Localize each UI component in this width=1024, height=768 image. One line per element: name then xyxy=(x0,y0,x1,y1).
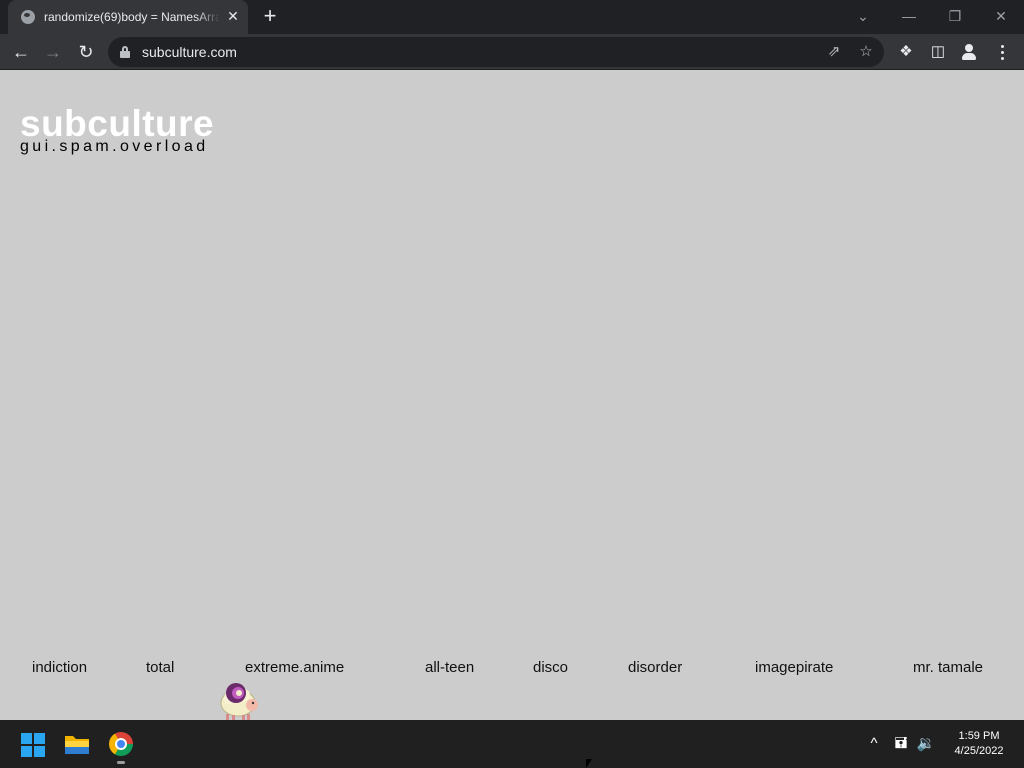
extensions-icon[interactable]: ❖ xyxy=(894,40,918,64)
reload-icon[interactable]: ↻ xyxy=(72,38,100,66)
nav-link-imagepirate[interactable]: imagepirate xyxy=(755,659,833,677)
side-panel-icon[interactable]: ◫ xyxy=(926,40,950,64)
nav-link-extreme-anime[interactable]: extreme.anime xyxy=(245,659,344,677)
minimize-button[interactable]: — xyxy=(897,4,921,28)
close-window-button[interactable]: ✕ xyxy=(989,4,1013,28)
tray-chevron-icon[interactable]: ^ xyxy=(863,733,885,755)
profile-icon[interactable] xyxy=(958,41,980,63)
lock-icon[interactable] xyxy=(120,46,130,58)
nav-link-total[interactable]: total xyxy=(146,659,174,677)
nav-link-all-teen[interactable]: all-teen xyxy=(425,659,474,677)
back-icon[interactable]: ← xyxy=(7,38,35,66)
tab-close-button[interactable]: ✕ xyxy=(224,7,242,25)
nav-link-disco[interactable]: disco xyxy=(533,659,568,677)
site-logo[interactable]: subculture gui.spam.overload xyxy=(20,105,214,155)
windows-start-icon[interactable] xyxy=(21,733,45,757)
browser-tabstrip: randomize(69)body = NamesArray ✕ + ⌄ — ❐… xyxy=(0,0,1024,34)
restore-button[interactable]: ❐ xyxy=(943,4,967,28)
url-text[interactable]: subculture.com xyxy=(142,44,237,60)
network-icon[interactable]: 🖬 xyxy=(890,733,912,755)
menu-icon[interactable] xyxy=(995,42,1011,62)
sheep-mascot-icon xyxy=(220,683,258,720)
nav-link-disorder[interactable]: disorder xyxy=(628,659,682,677)
globe-icon xyxy=(21,10,35,24)
nav-link-mr-tamale[interactable]: mr. tamale xyxy=(913,659,983,677)
logo-subtitle: gui.spam.overload xyxy=(20,138,209,155)
new-tab-button[interactable]: + xyxy=(258,5,282,29)
page-viewport: subculture gui.spam.overload indiction t… xyxy=(0,71,1024,720)
chrome-icon[interactable] xyxy=(109,732,133,756)
forward-icon[interactable]: → xyxy=(39,38,67,66)
browser-tab[interactable]: randomize(69)body = NamesArray ✕ xyxy=(8,0,248,34)
mouse-cursor xyxy=(586,759,592,768)
file-explorer-icon[interactable] xyxy=(64,733,90,755)
nav-link-indiction[interactable]: indiction xyxy=(32,659,87,677)
tab-title: randomize(69)body = NamesArray xyxy=(44,9,220,25)
browser-toolbar: ← → ↻ subculture.com ⇗ ☆ ❖ ◫ xyxy=(0,34,1024,70)
address-bar[interactable]: subculture.com ⇗ ☆ xyxy=(108,37,884,67)
taskbar: ^ 🖬 🔉 1:59 PM 4/25/2022 xyxy=(0,720,1024,768)
share-icon[interactable]: ⇗ xyxy=(824,42,844,62)
clock-time: 1:59 PM xyxy=(958,730,1000,742)
tab-search-button[interactable]: ⌄ xyxy=(851,4,875,28)
star-icon[interactable]: ☆ xyxy=(856,42,876,62)
clock-date: 4/25/2022 xyxy=(954,745,1004,757)
running-indicator xyxy=(117,761,125,764)
volume-icon[interactable]: 🔉 xyxy=(915,733,937,755)
system-clock[interactable]: 1:59 PM 4/25/2022 xyxy=(944,729,1014,759)
